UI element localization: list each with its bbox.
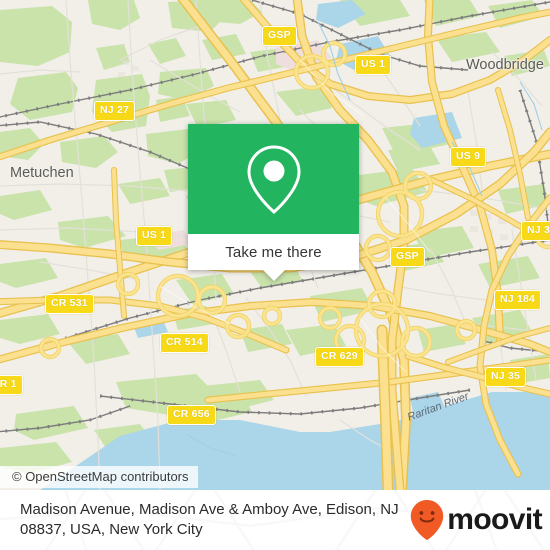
road-shield-cr656: CR 656 bbox=[167, 405, 216, 425]
map-canvas[interactable]: .park { fill:#c9e3ab; } .water { fill:#a… bbox=[0, 0, 550, 490]
popup-pointer-tail bbox=[262, 270, 285, 281]
road-shield-nj35-lower: NJ 35 bbox=[485, 367, 527, 387]
map-pin-icon bbox=[246, 145, 301, 214]
road-shield-us1-center: US 1 bbox=[136, 226, 173, 246]
take-me-there-label: Take me there bbox=[225, 243, 322, 261]
place-label-woodbridge: Woodbridge bbox=[466, 57, 544, 73]
location-address: Madison Avenue, Madison Ave & Amboy Ave,… bbox=[20, 501, 399, 538]
moovit-wordmark: moovit bbox=[447, 503, 542, 536]
road-shield-us9: US 9 bbox=[450, 147, 487, 167]
moovit-brand[interactable]: moovit bbox=[409, 499, 543, 541]
popup-header bbox=[188, 124, 359, 234]
road-shield-nj184: NJ 184 bbox=[494, 290, 542, 310]
popup-footer[interactable]: Take me there bbox=[188, 234, 359, 281]
road-shield-cr629: CR 629 bbox=[315, 347, 364, 367]
road-shield-nj27: NJ 27 bbox=[94, 101, 136, 121]
moovit-pin-smile-icon bbox=[411, 500, 444, 540]
road-shield-cr531: CR 531 bbox=[45, 294, 94, 314]
road-shield-cr514: CR 514 bbox=[160, 333, 209, 353]
map-screenshot: .park { fill:#c9e3ab; } .water { fill:#a… bbox=[0, 0, 550, 550]
road-shield-gsp-north: GSP bbox=[262, 26, 297, 46]
road-shield-nj35-upper: NJ 35 bbox=[521, 221, 550, 241]
footer-bar: Madison Avenue, Madison Ave & Amboy Ave,… bbox=[0, 490, 550, 550]
road-shield-gsp-center: GSP bbox=[390, 247, 425, 267]
road-shield-us1-north: US 1 bbox=[355, 55, 392, 75]
location-popup-card[interactable]: Take me there bbox=[188, 124, 359, 281]
road-shield-cr1-clipped: CR 1 bbox=[0, 375, 23, 395]
osm-attribution[interactable]: © OpenStreetMap contributors bbox=[0, 466, 198, 488]
place-label-metuchen: Metuchen bbox=[10, 165, 74, 181]
